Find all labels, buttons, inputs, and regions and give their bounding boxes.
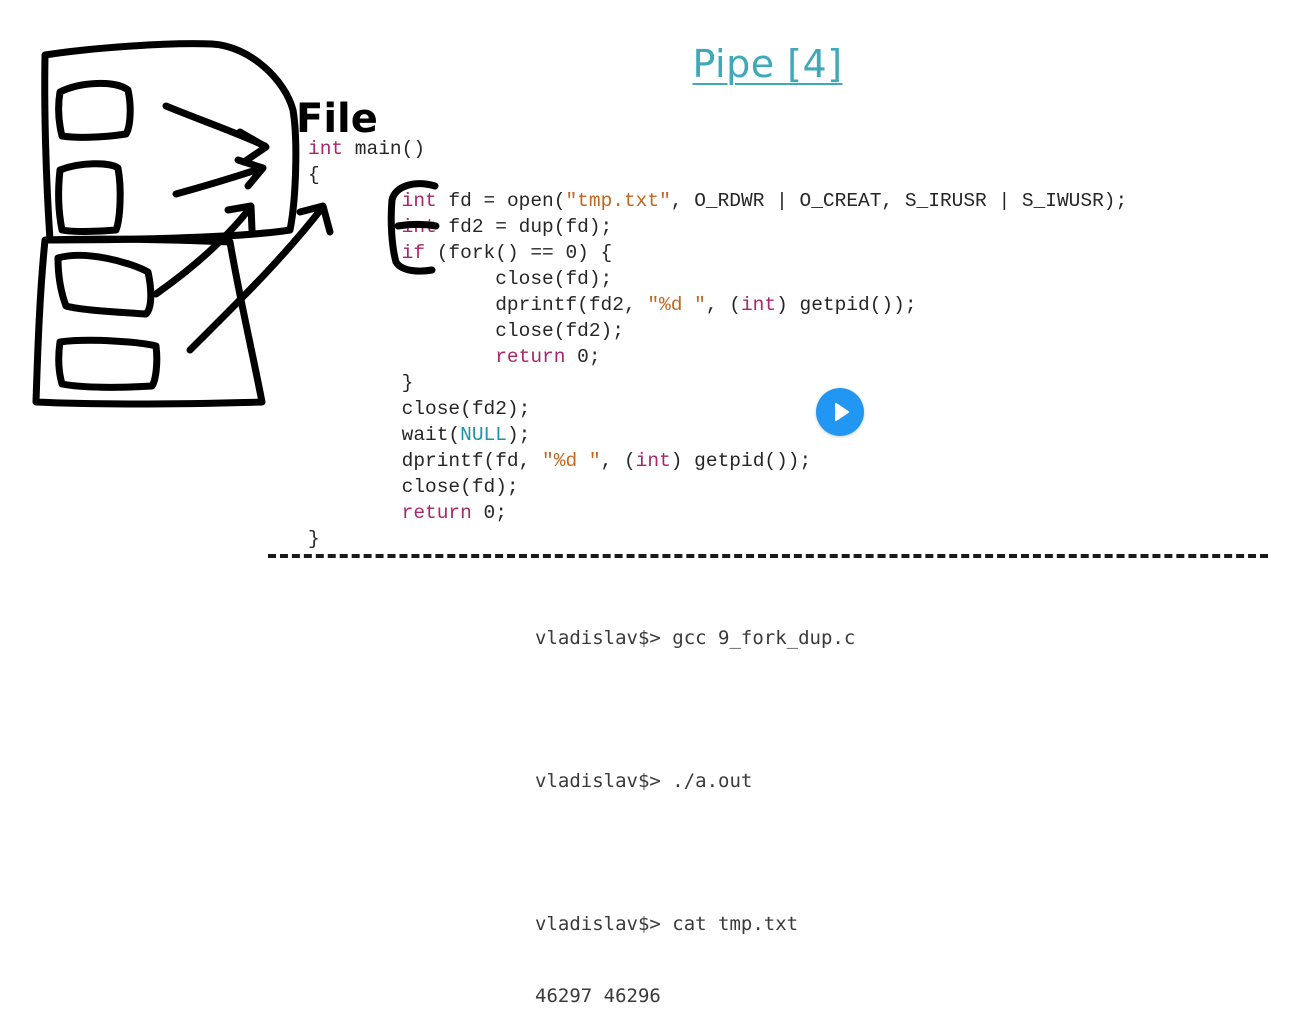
terminal-output: vladislav$> gcc 9_fork_dup.c vladislav$>… xyxy=(535,578,855,1032)
code-line: close(fd); xyxy=(308,476,519,498)
terminal-result: 46297 46296 xyxy=(535,985,661,1007)
terminal-command: vladislav$> cat tmp.txt xyxy=(535,913,799,935)
play-button[interactable] xyxy=(816,388,864,436)
code-line: dprintf(fd, "%d ", (int) getpid()); xyxy=(308,450,812,472)
code-block: int main() { int fd = open("tmp.txt", O_R… xyxy=(308,136,1127,552)
code-line: close(fd); xyxy=(308,268,613,290)
dashed-separator xyxy=(268,554,1268,558)
code-line: { xyxy=(308,164,320,186)
code-line: int fd = open("tmp.txt", O_RDWR | O_CREA… xyxy=(401,190,1128,212)
terminal-command: vladislav$> gcc 9_fork_dup.c xyxy=(535,627,856,649)
code-line: close(fd2); xyxy=(308,398,531,420)
code-line: close(fd2); xyxy=(308,320,624,342)
play-icon xyxy=(835,403,849,421)
code-line: return 0; xyxy=(401,502,507,524)
terminal-command: vladislav$> ./a.out xyxy=(535,770,753,792)
code-line: if (fork() == 0) { xyxy=(401,242,613,264)
code-line: int fd2 = dup(fd); xyxy=(401,216,613,238)
code-line: } xyxy=(308,372,414,394)
code-line: } xyxy=(308,528,320,550)
code-line: return 0; xyxy=(495,346,601,368)
code-line: int main() xyxy=(308,138,426,160)
code-line: dprintf(fd2, "%d ", (int) getpid()); xyxy=(308,294,917,316)
slide-title: Pipe [4] xyxy=(692,42,843,86)
code-line: wait(NULL); xyxy=(308,424,531,446)
